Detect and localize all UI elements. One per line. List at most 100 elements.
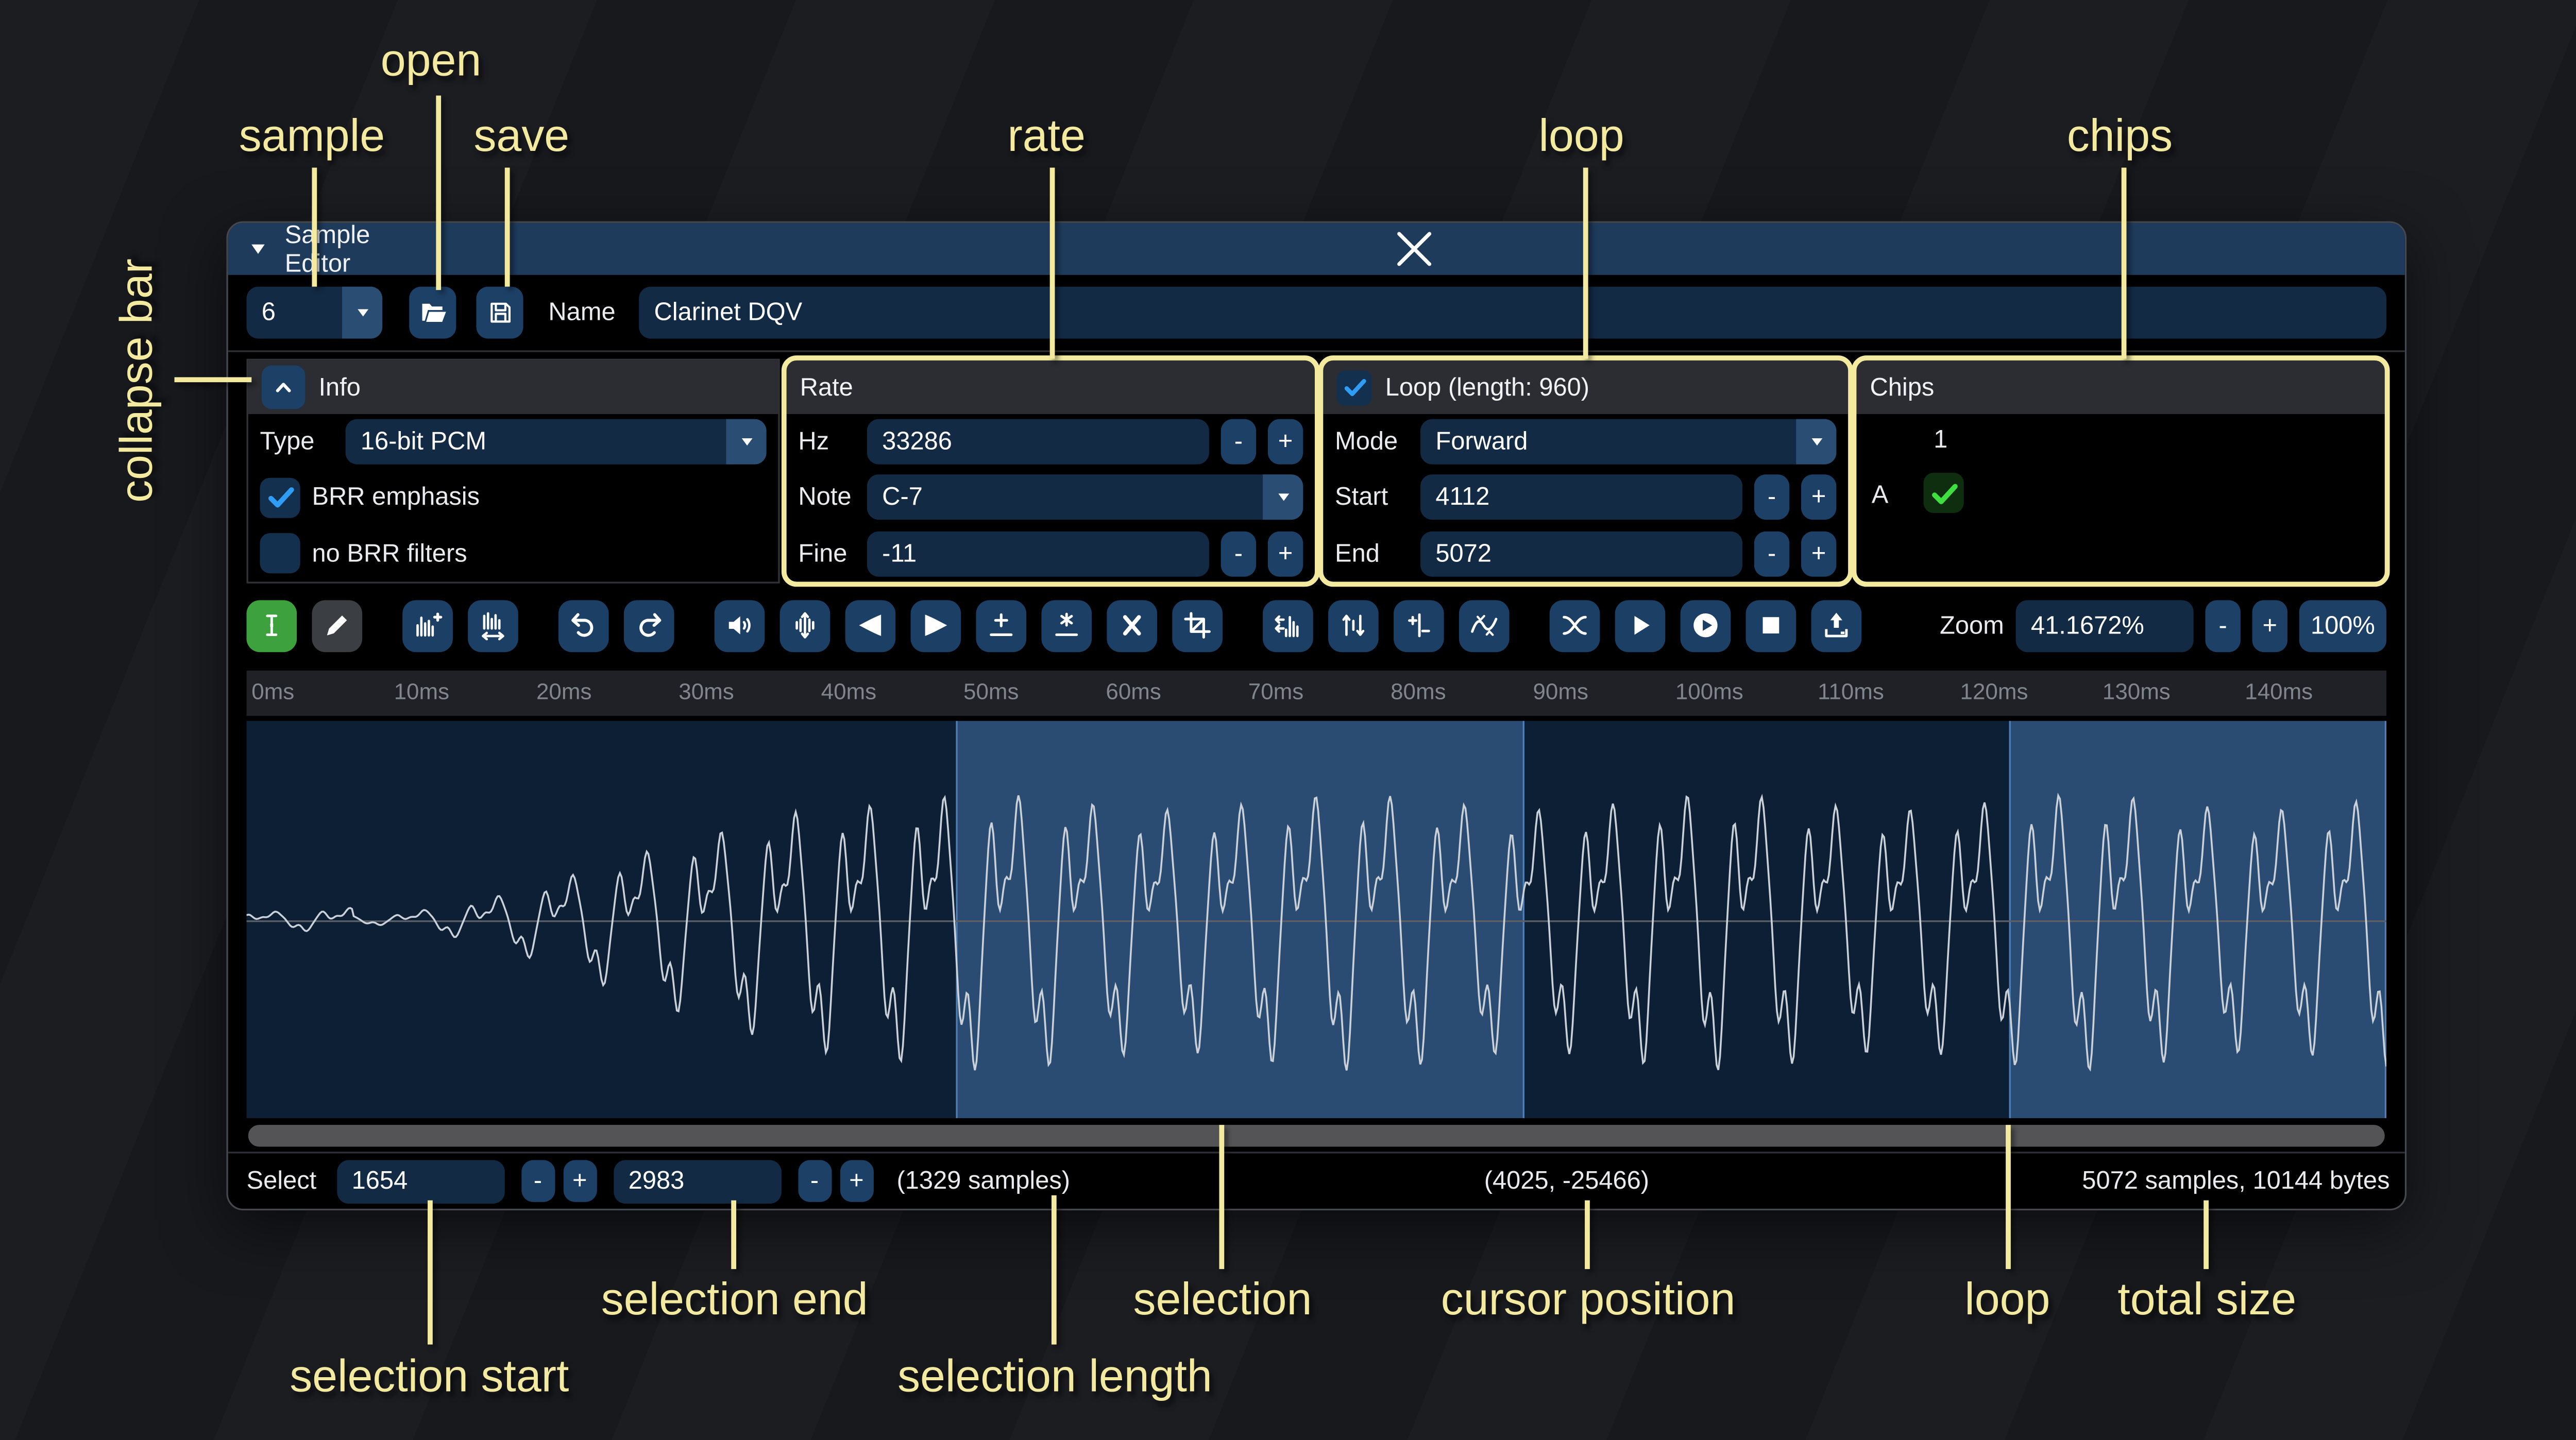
annotation-label-save: save <box>473 111 569 163</box>
chips-title: Chips <box>1870 373 1934 401</box>
note-select[interactable]: C-7 <box>867 475 1303 521</box>
resample-button[interactable] <box>468 599 518 652</box>
hz-input[interactable]: 33286 <box>867 419 1209 465</box>
annotation-line-selection-start-b <box>427 1201 432 1345</box>
selection-start-plus-button[interactable]: + <box>563 1160 597 1202</box>
zoom-out-button[interactable]: - <box>2205 599 2240 652</box>
ruler-label: 130ms <box>2103 679 2171 704</box>
ruler-label: 10ms <box>394 679 449 704</box>
selection-end-plus-button[interactable]: + <box>840 1160 873 1202</box>
name-input[interactable]: Clarinet DQV <box>639 287 2386 339</box>
reverse-button[interactable] <box>1263 599 1313 652</box>
dropdown-arrow[interactable] <box>726 419 766 465</box>
chevron-down-icon <box>737 433 756 451</box>
selection-start-minus-button[interactable]: - <box>521 1160 554 1202</box>
preview-selection-button[interactable] <box>1681 599 1731 652</box>
dropdown-arrow[interactable] <box>1263 475 1303 521</box>
window-collapse-icon[interactable] <box>248 238 268 260</box>
sample-index-select[interactable]: 6 <box>246 287 382 339</box>
chevron-down-icon <box>1807 433 1825 451</box>
delete-button[interactable] <box>1107 599 1157 652</box>
fine-plus-button[interactable]: + <box>1268 531 1303 576</box>
selection-end-minus-button[interactable]: - <box>798 1160 831 1202</box>
trim-button[interactable] <box>1172 599 1223 652</box>
fade-in-button[interactable] <box>845 599 896 652</box>
resize-button[interactable] <box>402 599 453 652</box>
dropdown-arrow[interactable] <box>1796 419 1836 465</box>
fine-value: -11 <box>882 540 917 568</box>
preview-sample-button[interactable] <box>1615 599 1666 652</box>
mode-label: Mode <box>1335 428 1409 456</box>
loop-end-plus-button[interactable]: + <box>1801 531 1836 576</box>
preview-sample-icon <box>1625 610 1655 641</box>
ruler-label: 30ms <box>679 679 734 704</box>
hz-label: Hz <box>798 428 855 456</box>
fine-input[interactable]: -11 <box>867 531 1209 576</box>
collapse-bar-button[interactable] <box>262 366 306 409</box>
annotation-label-chips: chips <box>2067 111 2173 163</box>
mode-row: Mode Forward <box>1323 414 1848 470</box>
invert-button[interactable] <box>1328 599 1379 652</box>
amplify-button[interactable] <box>715 599 765 652</box>
stop-preview-button[interactable] <box>1746 599 1797 652</box>
chevron-down-icon <box>353 303 371 322</box>
preview-selection-icon <box>1690 610 1721 641</box>
loop-end-minus-button[interactable]: - <box>1754 531 1789 576</box>
loop-start-plus-button[interactable]: + <box>1801 475 1836 521</box>
selection-end-input[interactable]: 2983 <box>613 1159 781 1203</box>
chips-header: Chips <box>1856 361 2384 414</box>
chips-body: 1 A <box>1856 414 2384 582</box>
redo-button[interactable] <box>624 599 674 652</box>
selection-start-input[interactable]: 1654 <box>336 1159 504 1203</box>
ruler-label: 40ms <box>821 679 876 704</box>
resample-icon <box>478 610 509 641</box>
check-icon <box>1928 477 1960 509</box>
undo-button[interactable] <box>558 599 609 652</box>
save-button[interactable] <box>476 287 523 339</box>
chip-enable-checkbox[interactable] <box>1924 473 1964 513</box>
brr-emphasis-checkbox[interactable] <box>260 478 300 518</box>
apply-filter-button[interactable] <box>1459 599 1510 652</box>
signed-unsigned-button[interactable] <box>1394 599 1444 652</box>
stop-preview-icon <box>1756 610 1786 641</box>
select-mode-button[interactable] <box>246 599 297 652</box>
zoom-input[interactable]: 41.1672% <box>2016 599 2194 652</box>
close-icon[interactable] <box>445 223 2385 275</box>
resize-icon <box>413 610 443 641</box>
dropdown-arrow[interactable] <box>342 287 382 339</box>
zoom-in-button[interactable]: + <box>2252 599 2287 652</box>
insert-silence-button[interactable] <box>976 599 1026 652</box>
zoom-cluster: Zoom 41.1672% - + 100% <box>1940 599 2386 652</box>
import-sample-button[interactable] <box>1811 599 1862 652</box>
waveform-display[interactable] <box>246 721 2386 1118</box>
select-label: Select <box>246 1167 316 1195</box>
loop-start-input[interactable]: 4112 <box>1420 475 1742 521</box>
draw-mode-button[interactable] <box>312 599 362 652</box>
normalize-button[interactable] <box>780 599 831 652</box>
no-brr-filters-checkbox[interactable] <box>260 534 300 574</box>
titlebar[interactable]: Sample Editor <box>228 223 2405 275</box>
crossfade-loop-button[interactable] <box>1550 599 1600 652</box>
open-button[interactable] <box>409 287 456 339</box>
ruler-label: 20ms <box>536 679 591 704</box>
folder-open-icon <box>418 298 447 327</box>
fine-minus-button[interactable]: - <box>1221 531 1256 576</box>
loop-enable-checkbox[interactable] <box>1336 370 1371 405</box>
apply-silence-button[interactable] <box>1041 599 1092 652</box>
hz-value: 33286 <box>882 428 952 456</box>
annotation-label-rate: rate <box>1007 111 1085 163</box>
ruler-label: 70ms <box>1248 679 1303 704</box>
zoom-reset-button[interactable]: 100% <box>2299 599 2386 652</box>
loop-start-minus-button[interactable]: - <box>1754 475 1789 521</box>
fade-out-button[interactable] <box>911 599 961 652</box>
hz-minus-button[interactable]: - <box>1221 419 1256 465</box>
ruler-label: 80ms <box>1391 679 1446 704</box>
type-select[interactable]: 16-bit PCM <box>346 419 767 465</box>
loop-end-input[interactable]: 5072 <box>1420 531 1742 576</box>
mode-select[interactable]: Forward <box>1420 419 1836 465</box>
annotation-label-selection-length-b: selection length <box>897 1351 1212 1403</box>
info-header: Info <box>248 361 778 414</box>
hz-plus-button[interactable]: + <box>1268 419 1303 465</box>
time-ruler[interactable]: 0ms10ms20ms30ms40ms50ms60ms70ms80ms90ms1… <box>246 671 2386 716</box>
horizontal-scrollbar[interactable] <box>248 1124 2385 1146</box>
